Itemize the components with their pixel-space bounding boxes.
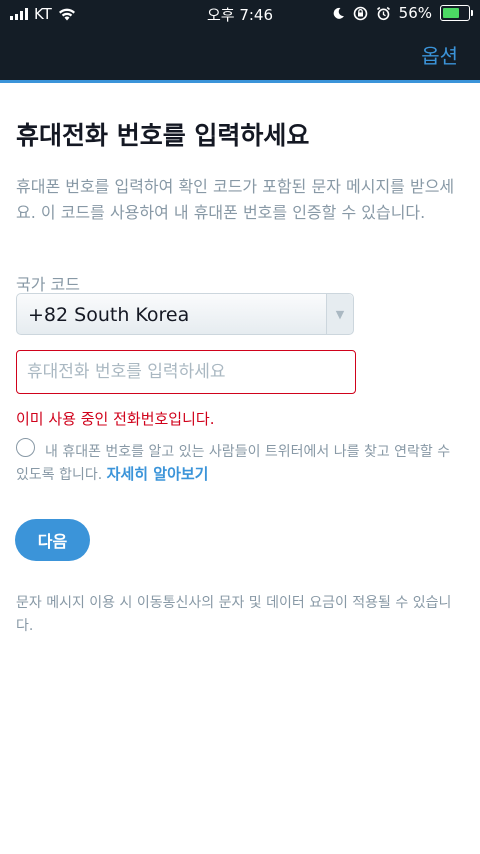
rotation-lock-icon [353,6,367,20]
alarm-icon [376,6,390,20]
battery-icon [440,5,473,21]
chevron-down-icon: ▼ [326,294,353,334]
header-accent-line [0,80,480,83]
learn-more-link[interactable]: 자세히 알아보기 [107,465,209,483]
country-code-value: +82 South Korea [28,304,190,326]
consent-label: 내 휴대폰 번호를 알고 있는 사람들이 트위터에서 나를 찾고 연락할 수 있… [16,444,451,483]
moon-icon [333,7,344,19]
options-button[interactable]: 옵션 [421,40,458,69]
next-button[interactable]: 다음 [15,519,90,561]
country-code-select[interactable]: +82 South Korea ▼ [16,293,354,335]
battery-percentage: 56% [398,4,432,22]
status-bar: KT 오후 7:46 56% [0,0,480,28]
country-code-label: 국가 코드 [16,275,80,294]
page-title: 휴대전화 번호를 입력하세요 [16,121,310,150]
discoverability-consent-text: 내 휴대폰 번호를 알고 있는 사람들이 트위터에서 나를 찾고 연락할 수 있… [16,441,466,486]
sms-rates-notice: 문자 메시지 이용 시 이동통신사의 문자 및 데이터 요금이 적용될 수 있습… [16,595,452,634]
top-navigation-bar: KT 오후 7:46 56% 옵션 [0,0,480,80]
page-description: 휴대폰 번호를 입력하여 확인 코드가 포함된 문자 메시지를 받으세요. 이 … [16,177,455,222]
error-message: 이미 사용 중인 전화번호입니다. [16,410,215,428]
phone-number-input[interactable] [16,350,356,394]
